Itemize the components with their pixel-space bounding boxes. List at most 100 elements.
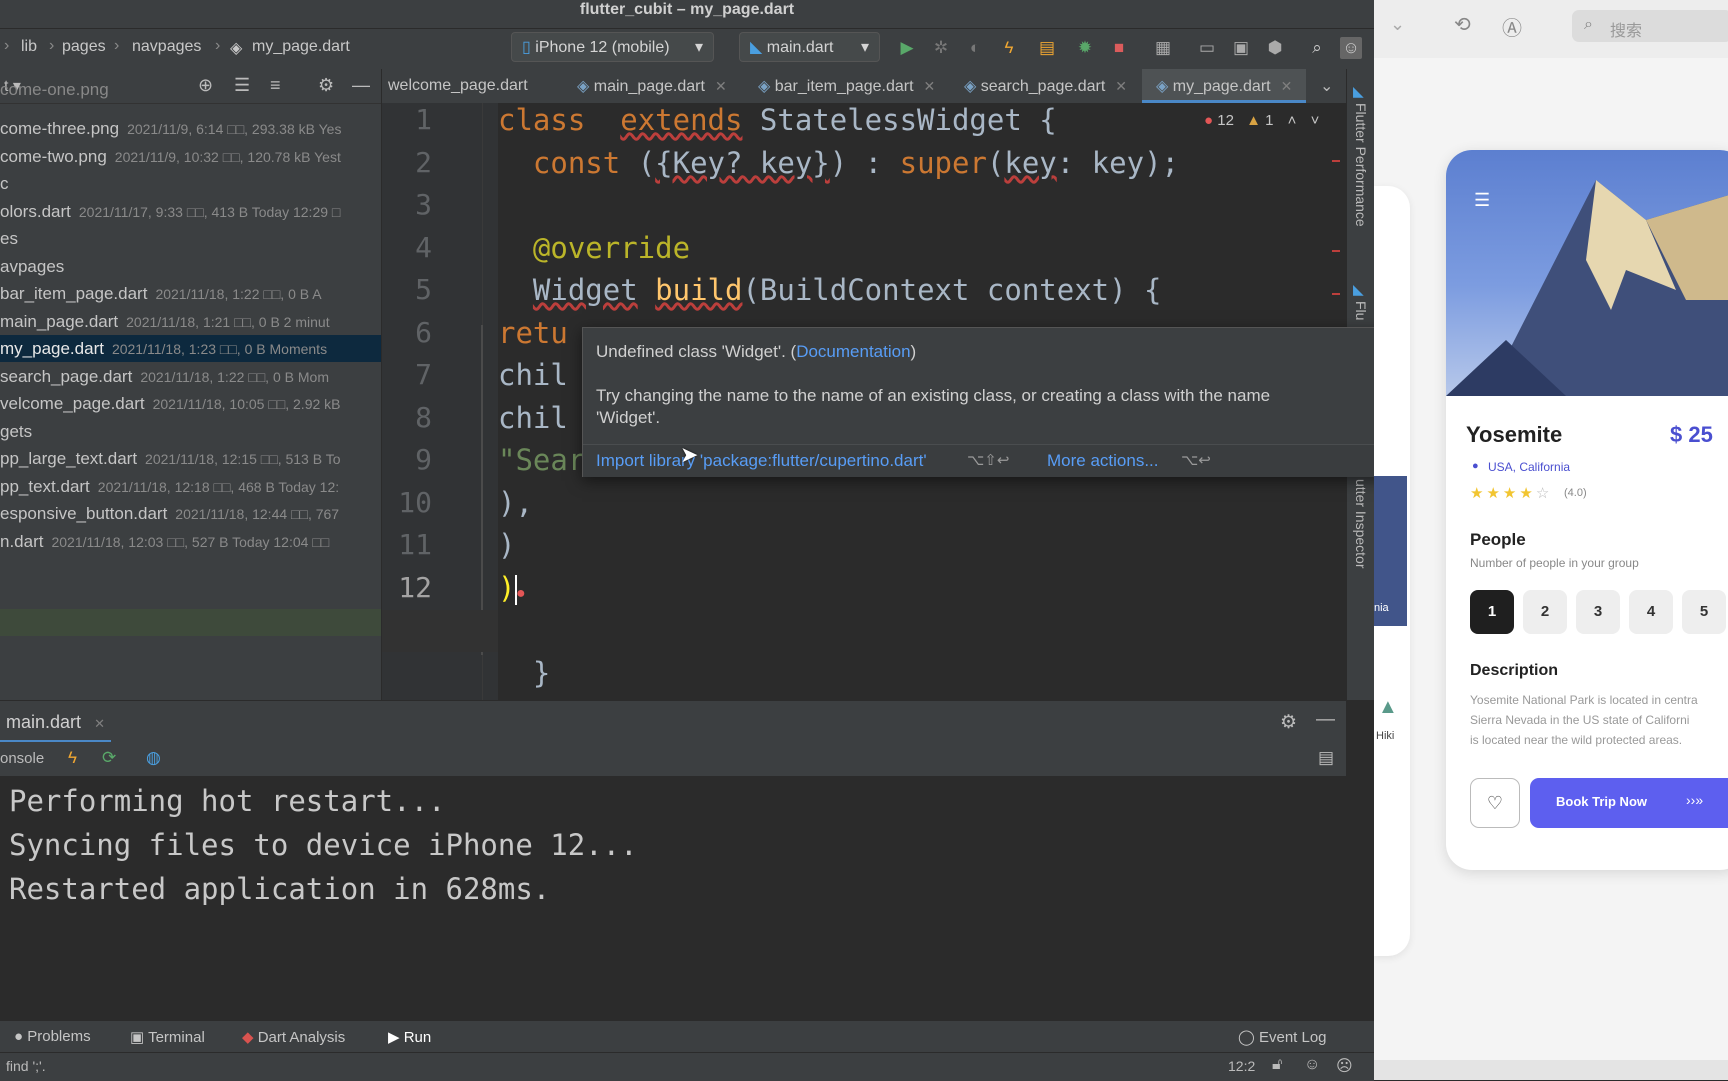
gear-icon[interactable]: ⚙: [1280, 711, 1297, 734]
lock-icon[interactable]: 🔓︎: [1272, 1056, 1282, 1074]
devtools-icon[interactable]: ◍: [146, 748, 161, 768]
line-number: 4: [415, 230, 432, 264]
rotate-icon[interactable]: ⟲: [1454, 12, 1471, 37]
simulator-search-field[interactable]: ⌕ 搜索: [1572, 10, 1728, 42]
project-tree-item[interactable]: n.dart 2021/11/18, 12:03 □□, 527 B Today …: [0, 528, 381, 555]
breadcrumb-pages[interactable]: pages: [62, 38, 106, 56]
background-card: Hiki ▲: [1374, 186, 1410, 956]
project-tree-item[interactable]: pp_text.dart 2021/11/18, 12:18 □□, 468 B …: [0, 473, 381, 500]
account-icon[interactable]: ☺: [1340, 37, 1362, 59]
project-tree-item[interactable]: gets: [0, 418, 381, 445]
appstore-icon[interactable]: Ⓐ: [1502, 12, 1522, 41]
people-button-3[interactable]: 3: [1576, 590, 1620, 634]
terminal-icon: ▣: [130, 1029, 145, 1046]
terminal-tab[interactable]: ▣ Terminal: [130, 1028, 205, 1046]
stop-icon[interactable]: ■: [1108, 37, 1130, 59]
project-tree-item[interactable]: my_page.dart 2021/11/18, 1:23 □□, 0 B Mom…: [0, 335, 381, 362]
attach-icon[interactable]: ◐: [964, 37, 986, 59]
book-trip-button[interactable]: Book Trip Now ››»: [1530, 778, 1728, 828]
favorite-button[interactable]: ♡: [1470, 778, 1520, 828]
project-tree-item[interactable]: avpages: [0, 253, 381, 280]
tab-my-page[interactable]: ◈ my_page.dart ✕: [1142, 69, 1307, 103]
sdk-manager-icon[interactable]: ⬢: [1264, 37, 1286, 59]
flutter-inspector-partial-tab[interactable]: Flu: [1353, 301, 1369, 320]
tabs-overflow-chevron-icon[interactable]: ⌄: [1320, 76, 1333, 96]
hot-reload-icon[interactable]: ϟ: [68, 748, 77, 768]
tab-welcome-page[interactable]: welcome_page.dart: [388, 69, 528, 103]
caret-position[interactable]: 12:2: [1228, 1058, 1255, 1074]
close-icon[interactable]: ✕: [1281, 78, 1293, 94]
next-highlight-icon[interactable]: ˅: [1311, 112, 1320, 129]
project-tree-item[interactable]: esponsive_button.dart 2021/11/18, 12:44 □…: [0, 500, 381, 527]
tab-search-page[interactable]: ◈ search_page.dart ✕: [964, 69, 1127, 103]
console-tab[interactable]: onsole: [0, 750, 44, 767]
project-tree-item[interactable]: [0, 583, 381, 610]
file-name: main_page.dart: [0, 312, 119, 331]
project-tree-item[interactable]: olors.dart 2021/11/17, 9:33 □□, 413 B Tod…: [0, 198, 381, 225]
run-tab[interactable]: ▶ Run: [388, 1028, 431, 1046]
project-tree-item[interactable]: search_page.dart 2021/11/18, 1:22 □□, 0 B…: [0, 363, 381, 390]
run-console[interactable]: Performing hot restart... Syncing files …: [0, 776, 1346, 1020]
file-meta: 2021/11/9, 6:14 □□, 293.38 kB Yes: [127, 121, 342, 137]
breadcrumb-lib[interactable]: lib: [21, 38, 37, 56]
run-config-selector[interactable]: ◣ main.dart ▾: [739, 32, 880, 62]
flutter-inspector-tab[interactable]: utter Inspector: [1353, 479, 1369, 569]
breadcrumb-navpages[interactable]: navpages: [132, 38, 201, 56]
dart-file-icon: ◈: [964, 78, 981, 95]
event-log-tab[interactable]: ◯ Event Log: [1238, 1028, 1327, 1046]
place-price: $ 25: [1670, 422, 1713, 447]
project-tree-item[interactable]: bar_item_page.dart 2021/11/18, 1:22 □□, 0…: [0, 280, 381, 307]
file-name: esponsive_button.dart: [0, 504, 168, 523]
close-icon[interactable]: ✕: [94, 716, 105, 731]
people-button-5[interactable]: 5: [1682, 590, 1726, 634]
debug-icon[interactable]: ✲: [930, 37, 952, 59]
terminal-window-icon[interactable]: ▭: [1196, 37, 1218, 59]
description-title: Description: [1470, 662, 1559, 679]
people-button-2[interactable]: 2: [1523, 590, 1567, 634]
dart-analysis-tab[interactable]: ◆ Dart Analysis: [242, 1028, 345, 1046]
problems-tab[interactable]: ● Problems: [14, 1028, 91, 1045]
project-tree-item[interactable]: main_page.dart 2021/11/18, 1:21 □□, 0 B 2…: [0, 308, 381, 335]
tab-main-page[interactable]: ◈ main_page.dart ✕: [577, 69, 727, 103]
hot-restart-icon[interactable]: ⟳: [102, 748, 116, 768]
close-icon[interactable]: ✕: [924, 78, 936, 94]
dart-file-icon: ◈: [577, 78, 594, 95]
hot-restart-icon[interactable]: ✹: [1074, 37, 1096, 59]
project-structure-icon[interactable]: ▦: [1152, 37, 1174, 59]
layout-icon[interactable]: ▤: [1318, 748, 1334, 768]
flutter-performance-tab[interactable]: Flutter Performance: [1353, 103, 1369, 227]
menu-icon[interactable]: ☰: [1474, 190, 1490, 211]
import-library-action[interactable]: Import library 'package:flutter/cupertin…: [596, 451, 927, 471]
project-tree-item[interactable]: velcome_page.dart 2021/11/18, 10:05 □□, 2…: [0, 390, 381, 417]
search-icon[interactable]: ⌕: [1306, 37, 1328, 59]
close-icon[interactable]: ✕: [715, 78, 727, 94]
device-file-icon[interactable]: ▤: [1036, 37, 1058, 59]
inspection-widget[interactable]: ● 12 ▲ 1 ˄ ˅: [1204, 112, 1319, 129]
project-tree-item[interactable]: c: [0, 170, 381, 197]
sad-face-icon[interactable]: ☹: [1336, 1056, 1353, 1076]
chevron-down-icon[interactable]: ⌄: [1390, 14, 1405, 35]
device-manager-icon[interactable]: ▣: [1230, 37, 1252, 59]
project-tree-item[interactable]: come-two.png 2021/11/9, 10:32 □□, 120.78 …: [0, 143, 381, 170]
file-name: come-three.png: [0, 119, 120, 138]
previous-highlight-icon[interactable]: ˄: [1288, 112, 1297, 129]
run-icon[interactable]: ▶: [896, 37, 918, 59]
people-button-1[interactable]: 1: [1470, 590, 1514, 634]
project-tree-item[interactable]: pp_large_text.dart 2021/11/18, 12:15 □□, …: [0, 445, 381, 472]
error-stripe[interactable]: [1332, 250, 1340, 252]
close-icon[interactable]: ✕: [1115, 78, 1127, 94]
project-tree-item[interactable]: come-three.png 2021/11/9, 6:14 □□, 293.38…: [0, 115, 381, 142]
breadcrumb-my-page[interactable]: my_page.dart: [252, 38, 350, 56]
error-stripe[interactable]: [1332, 160, 1340, 162]
people-button-4[interactable]: 4: [1629, 590, 1673, 634]
more-actions-link[interactable]: More actions...: [1047, 451, 1159, 471]
smiley-icon[interactable]: ☺: [1304, 1056, 1320, 1074]
hide-panel-icon[interactable]: —: [1316, 709, 1335, 731]
hot-reload-icon[interactable]: ϟ: [998, 37, 1020, 59]
project-tree-item[interactable]: es: [0, 225, 381, 252]
device-selector[interactable]: ▯ iPhone 12 (mobile) ▾: [511, 32, 714, 62]
documentation-link[interactable]: Documentation: [796, 342, 910, 361]
tab-bar-item-page[interactable]: ◈ bar_item_page.dart ✕: [758, 69, 935, 103]
error-stripe[interactable]: [1332, 293, 1340, 295]
run-tab-main[interactable]: main.dart ✕: [0, 701, 111, 743]
